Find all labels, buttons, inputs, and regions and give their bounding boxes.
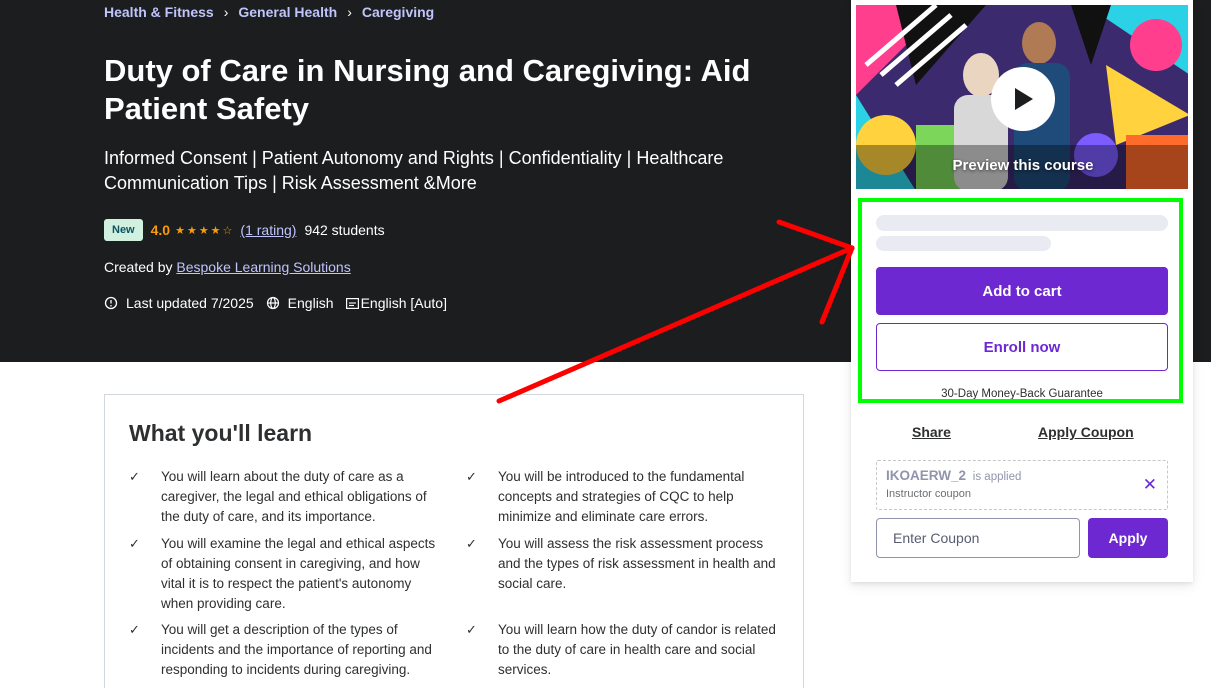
check-icon: ✓ <box>466 536 477 551</box>
apply-button[interactable]: Apply <box>1088 518 1168 558</box>
coupon-code: IKOAERW_2 <box>886 468 967 483</box>
created-by-label: Created by <box>104 259 173 275</box>
learn-item-text: You will learn how the duty of candor is… <box>498 622 776 677</box>
check-icon: ✓ <box>129 536 140 551</box>
share-button[interactable]: Share <box>912 424 951 440</box>
language: English <box>266 295 334 311</box>
alert-badge-icon <box>104 296 118 310</box>
learn-item-text: You will learn about the duty of care as… <box>161 469 427 524</box>
chevron-right-icon: › <box>223 4 229 20</box>
add-to-cart-button[interactable]: Add to cart <box>876 267 1168 315</box>
play-icon <box>1015 88 1033 110</box>
applied-coupon: IKOAERW_2 is applied Instructor coupon ✕ <box>876 460 1168 510</box>
captions: English [Auto] <box>345 295 447 311</box>
created-by: Created by Bespoke Learning Solutions <box>104 259 351 275</box>
apply-coupon-link[interactable]: Apply Coupon <box>1038 424 1134 440</box>
course-subtitle: Informed Consent | Patient Autonomy and … <box>104 148 724 193</box>
coupon-applied-status: is applied <box>972 471 1022 483</box>
captions-text: English [Auto] <box>360 295 447 311</box>
language-text: English <box>287 295 334 311</box>
money-back-guarantee: 30-Day Money-Back Guarantee <box>941 388 1103 400</box>
course-preview[interactable]: Preview this course <box>855 4 1189 190</box>
check-icon: ✓ <box>129 469 140 484</box>
check-icon: ✓ <box>466 469 477 484</box>
learn-item-text: You will examine the legal and ethical a… <box>161 536 436 611</box>
coupon-input[interactable] <box>876 518 1080 558</box>
enroll-now-button[interactable]: Enroll now <box>876 323 1168 371</box>
globe-icon <box>266 296 279 310</box>
breadcrumb-health-fitness[interactable]: Health & Fitness <box>104 4 214 20</box>
closed-captions-icon <box>345 297 359 309</box>
coupon-type: Instructor coupon <box>886 488 971 500</box>
close-icon[interactable]: ✕ <box>1143 475 1157 495</box>
rating-count-link[interactable]: (1 rating) <box>240 222 296 238</box>
breadcrumb-general-health[interactable]: General Health <box>238 4 337 20</box>
learn-item-text: You will assess the risk assessment proc… <box>498 536 776 591</box>
star-rating-icon: ★★★★☆ <box>175 224 235 237</box>
learn-item-text: You will be introduced to the fundamenta… <box>498 469 745 524</box>
breadcrumb-caregiving[interactable]: Caregiving <box>362 4 434 20</box>
course-title: Duty of Care in Nursing and Caregiving: … <box>104 53 751 126</box>
rating-value: 4.0 <box>150 222 171 238</box>
learn-item: ✓ You will assess the risk assessment pr… <box>466 534 783 594</box>
rating-row: New 4.0 ★★★★☆ (1 rating) 942 students <box>104 219 385 241</box>
purchase-card: Preview this course Add to cart Enroll n… <box>851 0 1193 582</box>
last-updated-text: Last updated 7/2025 <box>126 295 254 311</box>
preview-label: Preview this course <box>952 157 1094 174</box>
coupon-code-line: IKOAERW_2 is applied <box>886 468 1021 483</box>
learn-item-text: You will get a description of the types … <box>161 622 432 677</box>
instructor-link[interactable]: Bespoke Learning Solutions <box>176 259 350 275</box>
what-you-will-learn: What you'll learn ✓ You will learn about… <box>104 394 804 688</box>
learn-item: ✓ You will be introduced to the fundamen… <box>466 467 783 527</box>
learn-item: ✓ You will learn about the duty of care … <box>129 467 446 527</box>
check-icon: ✓ <box>129 622 140 637</box>
chevron-right-icon: › <box>347 4 352 20</box>
student-count: 942 students <box>304 222 385 238</box>
breadcrumb: Health & Fitness › General Health › Care… <box>104 4 434 20</box>
price-loading-placeholder <box>876 215 1168 231</box>
learn-item: ✓ You will examine the legal and ethical… <box>129 534 446 614</box>
learn-item: ✓ You will get a description of the type… <box>129 620 446 680</box>
last-updated: Last updated 7/2025 <box>104 295 254 311</box>
course-meta: Last updated 7/2025 English English [Aut… <box>104 295 459 311</box>
learn-item: ✓ You will learn how the duty of candor … <box>466 620 783 680</box>
check-icon: ✓ <box>466 622 477 637</box>
price-loading-placeholder <box>876 236 1051 251</box>
learn-title: What you'll learn <box>129 420 313 446</box>
play-button[interactable] <box>991 67 1055 131</box>
new-badge: New <box>104 219 143 241</box>
